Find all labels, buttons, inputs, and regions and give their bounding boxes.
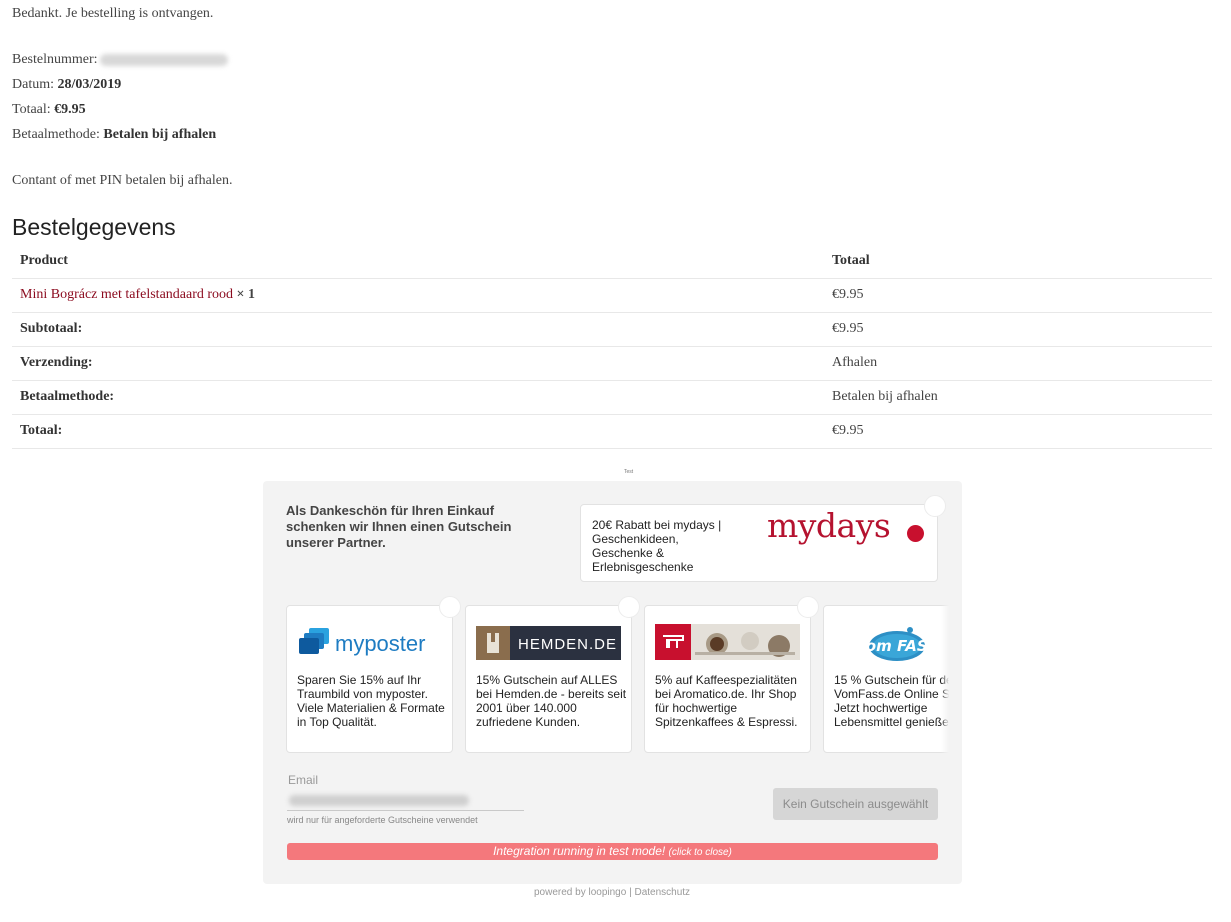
select-checkbox-icon[interactable] [924, 495, 946, 517]
product-total: €9.95 [824, 278, 1212, 313]
voucher-card-mydays[interactable]: 20€ Rabatt bei mydays | Geschenkideen, G… [580, 504, 938, 582]
payment-note: Contant of met PIN betalen bij afhalen. [12, 173, 233, 188]
widget-intro-text: Als Dankeschön für Ihren Einkauf schenke… [286, 503, 512, 550]
thank-you-message: Bedankt. Je bestelling is ontvangen. [12, 6, 214, 21]
voucher-card-myposter[interactable]: myposter Sparen Sie 15% auf Ihr Traumbil… [286, 605, 453, 753]
voucher-text: 15 % Gutschein für den VomFass.de Online… [834, 673, 949, 729]
order-total-value: €9.95 [54, 102, 86, 117]
voucher-widget: Als Dankeschön für Ihren Einkauf schenke… [263, 481, 962, 884]
subtotal-value: €9.95 [824, 312, 1212, 347]
widget-tiny-label: Test [624, 469, 634, 475]
table-total-value: €9.95 [824, 414, 1212, 449]
payment-method-value: Betalen bij afhalen [103, 127, 217, 142]
order-date-value: 28/03/2019 [57, 77, 122, 92]
select-checkbox-icon[interactable] [797, 596, 819, 618]
table-header-row: Product Totaal [12, 244, 1212, 279]
column-header-total: Totaal [824, 244, 1212, 279]
product-quantity: × 1 [236, 287, 256, 302]
table-row: Subtotaal: €9.95 [12, 312, 1212, 347]
voucher-text: 5% auf Kaffeespezialitäten bei Aromatico… [655, 673, 798, 729]
email-field[interactable] [287, 810, 524, 811]
select-checkbox-icon[interactable] [439, 596, 461, 618]
hemden-logo-text: HEMDEN.DE [518, 636, 617, 653]
product-link[interactable]: Mini Bográcz met tafelstandaard rood [20, 287, 233, 302]
powered-by-footer: powered by loopingo | Datenschutz [534, 887, 690, 898]
order-total-row: Totaal: €9.95 [12, 102, 86, 118]
order-number-value-redacted [99, 53, 228, 66]
vomfass-logo-text: vom FASS [856, 637, 938, 655]
vomfass-logo: vom FASS [834, 624, 949, 661]
column-header-product: Product [12, 244, 824, 279]
test-mode-bar[interactable]: Integration running in test mode! (click… [287, 843, 938, 860]
order-total-label: Totaal: [12, 102, 51, 117]
order-details-table: Product Totaal Mini Bográcz met tafelsta… [12, 244, 1212, 449]
order-details-heading: Bestelgegevens [12, 214, 176, 240]
table-row: Verzending: Afhalen [12, 346, 1212, 381]
table-payment-value: Betalen bij afhalen [824, 380, 1212, 415]
email-hint: wird nur für angeforderte Gutscheine ver… [287, 815, 478, 825]
request-voucher-button[interactable]: Kein Gutschein ausgewählt [773, 788, 938, 820]
voucher-carousel[interactable]: myposter Sparen Sie 15% auf Ihr Traumbil… [286, 605, 949, 755]
voucher-card-aromatico[interactable]: 5% auf Kaffeespezialitäten bei Aromatico… [644, 605, 811, 753]
table-row: Betaalmethode: Betalen bij afhalen [12, 380, 1212, 415]
voucher-card-vomfass[interactable]: vom FASS 15 % Gutschein für den VomFass.… [823, 605, 949, 753]
myposter-logo: myposter [297, 624, 442, 660]
voucher-text: 20€ Rabatt bei mydays | Geschenkideen, G… [592, 518, 722, 574]
test-mode-text: Integration running in test mode! [493, 844, 666, 858]
order-number-label: Bestelnummer: [12, 52, 98, 67]
email-label: Email [288, 773, 319, 787]
table-row: Mini Bográcz met tafelstandaard rood × 1… [12, 278, 1212, 313]
order-number-row: Bestelnummer: [12, 52, 228, 68]
table-row: Totaal: €9.95 [12, 414, 1212, 449]
footer-separator: | [629, 887, 632, 898]
order-date-row: Datum: 28/03/2019 [12, 77, 121, 93]
hemden-logo: HEMDEN.DE [476, 624, 621, 660]
myposter-logo-text: myposter [335, 631, 425, 656]
voucher-text: 15% Gutschein auf ALLES bei Hemden.de - … [476, 673, 627, 729]
voucher-text: Sparen Sie 15% auf Ihr Traumbild von myp… [297, 673, 445, 729]
shipping-value: Afhalen [824, 346, 1212, 381]
powered-by-link[interactable]: powered by loopingo [534, 887, 626, 898]
shipping-label: Verzending: [12, 346, 824, 381]
privacy-link[interactable]: Datenschutz [634, 887, 690, 898]
payment-method-label: Betaalmethode: [12, 127, 100, 142]
carousel-fade [941, 605, 949, 755]
order-date-label: Datum: [12, 77, 54, 92]
mydays-logo-dot [907, 525, 924, 542]
email-field-redacted[interactable] [289, 795, 469, 806]
table-total-label: Totaal: [12, 414, 824, 449]
product-cell: Mini Bográcz met tafelstandaard rood × 1 [12, 278, 824, 313]
test-mode-close-hint: (click to close) [668, 847, 732, 858]
mydays-logo: mydays [767, 506, 891, 545]
payment-method-row: Betaalmethode: Betalen bij afhalen [12, 127, 216, 143]
select-checkbox-icon[interactable] [618, 596, 640, 618]
subtotal-label: Subtotaal: [12, 312, 824, 347]
aromatico-logo [655, 624, 800, 660]
table-payment-label: Betaalmethode: [12, 380, 824, 415]
voucher-card-hemden[interactable]: HEMDEN.DE 15% Gutschein auf ALLES bei He… [465, 605, 632, 753]
